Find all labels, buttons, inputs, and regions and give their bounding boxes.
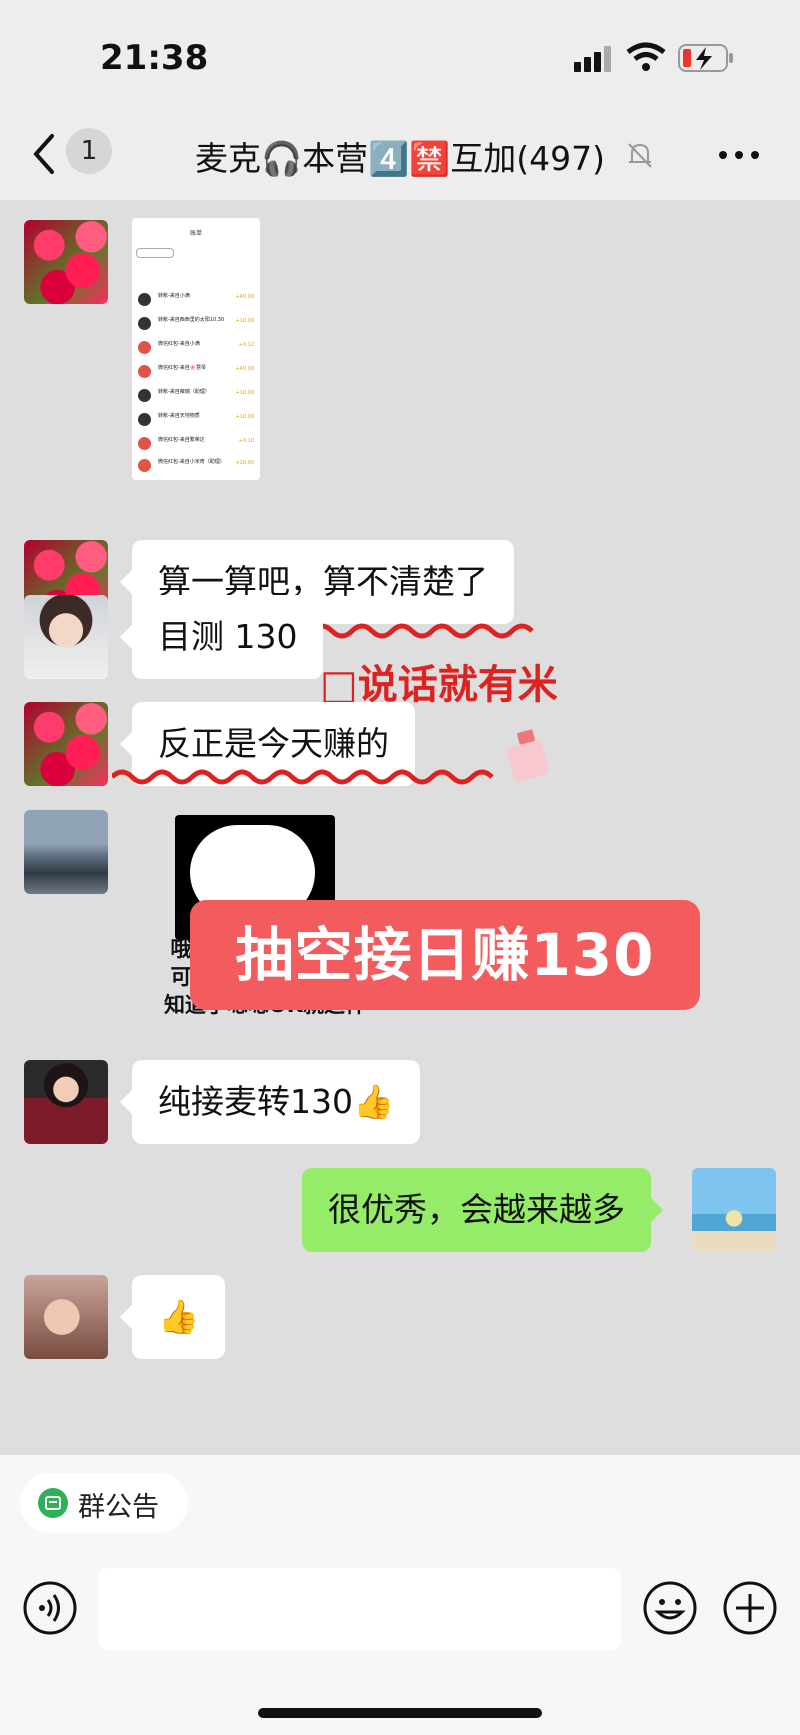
thumb-row: 微信红包-来自小米奇（助理） +10.00 (136, 456, 256, 474)
thumb-row: 微信红包-来自繁荣达 +0.10 (136, 434, 256, 452)
image-message[interactable]: 账单 转账-来自小满 +40.00 转账-来自西西里的太阳10.30 +10.00 … (132, 218, 260, 480)
avatar[interactable] (24, 702, 108, 786)
avatar[interactable] (24, 1275, 108, 1359)
announcement-label: 群公告 (78, 1492, 159, 1523)
thumb-filter (136, 248, 174, 258)
input-bar: 群公告 (0, 1455, 800, 1735)
thumb-row: 转账-来自天地物质 +10.00 (136, 410, 256, 428)
status-time: 21:38 (100, 38, 209, 78)
emoji-icon[interactable] (642, 1580, 698, 1636)
chat-header: 1 麦克🎧本营4️⃣🈲互加(497) (0, 110, 800, 201)
status-bar: 21:38 (0, 0, 800, 110)
avatar[interactable] (24, 595, 108, 679)
thumb-row: 微信红包-来自小满 +0.12 (136, 338, 256, 356)
avatar[interactable] (24, 1060, 108, 1144)
group-announcement-button[interactable]: 群公告 (20, 1473, 188, 1533)
red-wave-decoration (112, 769, 494, 785)
thumb-row: 转账-来自薇瑞（助理） +10.00 (136, 386, 256, 404)
perfume-sticker-icon (507, 729, 549, 782)
voice-input-icon[interactable] (22, 1580, 78, 1636)
chat-title: 麦克🎧本营4️⃣🈲互加(497) (194, 139, 605, 178)
wifi-icon (626, 42, 666, 71)
thumb-row: 转账-来自小满 +40.00 (136, 290, 256, 308)
thumb-row: 转账-来自西西里的太阳10.30 +10.00 (136, 314, 256, 332)
promo-overlay-banner: 抽空接日赚130 (190, 900, 700, 1010)
text-message[interactable]: 目测 130 (119, 595, 324, 679)
thumb-row: 微信红包-来自🌸慧琴 +40.00 (136, 362, 256, 380)
my-text-message[interactable]: 很优秀，会越来越多 (302, 1168, 663, 1252)
plus-more-icon[interactable] (722, 1580, 778, 1636)
text-message[interactable]: 👍 (119, 1275, 226, 1359)
avatar[interactable] (24, 810, 108, 894)
more-options-icon[interactable] (718, 150, 762, 160)
text-message[interactable]: 纯接麦转130👍 (119, 1060, 421, 1144)
home-indicator[interactable] (258, 1708, 542, 1718)
thumb-title: 账单 (189, 230, 202, 237)
mute-bell-icon (628, 143, 652, 168)
signal-icon (574, 46, 611, 72)
avatar[interactable] (24, 220, 108, 304)
my-avatar[interactable] (692, 1168, 776, 1252)
announcement-icon (38, 1488, 68, 1518)
chat-message-list[interactable]: 账单 转账-来自小满 +40.00 转账-来自西西里的太阳10.30 +10.00 … (0, 200, 800, 1455)
message-input[interactable] (98, 1568, 621, 1650)
battery-charging-icon (678, 44, 733, 72)
